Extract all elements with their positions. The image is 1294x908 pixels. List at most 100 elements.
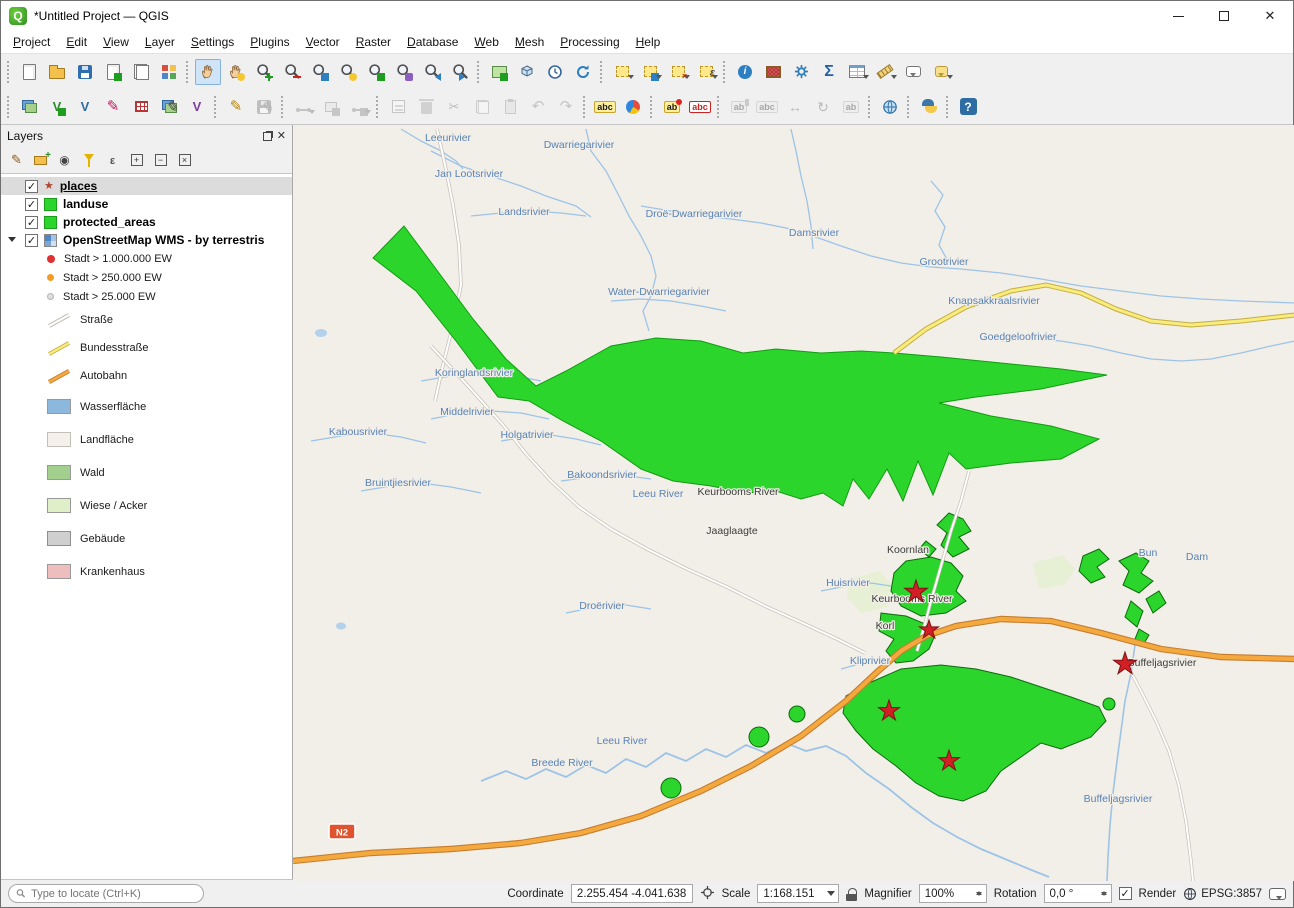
layer-labeling-options-button[interactable] xyxy=(592,94,618,120)
new-raster-layer-button[interactable] xyxy=(128,94,154,120)
collapse-all-button[interactable]: − xyxy=(149,149,172,171)
zoom-in-button[interactable] xyxy=(251,59,277,85)
modify-attributes-button[interactable] xyxy=(385,94,411,120)
highlight-pinned-labels-button[interactable] xyxy=(687,94,713,120)
copy-features-button[interactable] xyxy=(469,94,495,120)
menu-mesh[interactable]: Mesh xyxy=(507,33,552,51)
pan-map-button[interactable] xyxy=(195,59,221,85)
locate-input[interactable] xyxy=(31,888,196,900)
show-hide-labels-button[interactable] xyxy=(754,94,780,120)
menu-vector[interactable]: Vector xyxy=(298,33,348,51)
legend-item-autobahn[interactable]: Autobahn xyxy=(1,362,292,390)
expand-all-button[interactable]: + xyxy=(125,149,148,171)
panel-float-icon[interactable] xyxy=(263,132,272,141)
open-project-button[interactable] xyxy=(44,59,70,85)
landuse-visibility-checkbox[interactable] xyxy=(25,198,38,211)
toggle-extents-button[interactable] xyxy=(700,885,715,903)
select-by-expression-button[interactable] xyxy=(693,59,719,85)
paste-features-button[interactable] xyxy=(497,94,523,120)
new-project-button[interactable] xyxy=(16,59,42,85)
menu-layer[interactable]: Layer xyxy=(137,33,183,51)
expander-arrow-icon[interactable] xyxy=(8,237,16,246)
delete-selected-button[interactable] xyxy=(413,94,439,120)
scale-combo[interactable]: 1:168.151 xyxy=(757,884,839,903)
cut-features-button[interactable] xyxy=(441,94,467,120)
rotate-label-button[interactable] xyxy=(810,94,836,120)
zoom-to-selection-button[interactable] xyxy=(335,59,361,85)
filter-legend-button[interactable] xyxy=(77,149,100,171)
show-layout-manager-button[interactable] xyxy=(128,59,154,85)
add-group-button[interactable] xyxy=(29,149,52,171)
new-spatialite-layer-button[interactable] xyxy=(100,94,126,120)
field-calculator-button[interactable] xyxy=(760,59,786,85)
menu-help[interactable]: Help xyxy=(628,33,669,51)
layer-diagram-options-button[interactable] xyxy=(620,94,646,120)
style-manager-button[interactable] xyxy=(156,59,182,85)
pin-unpin-labels-button[interactable] xyxy=(726,94,752,120)
help-button[interactable] xyxy=(955,94,981,120)
map-tips-button[interactable] xyxy=(900,59,926,85)
rotation-spinbox[interactable]: 0,0 ° xyxy=(1044,884,1112,903)
zoom-last-button[interactable] xyxy=(419,59,445,85)
protected-areas-visibility-checkbox[interactable] xyxy=(25,216,38,229)
manage-map-themes-button[interactable] xyxy=(53,149,76,171)
messages-button[interactable] xyxy=(1269,888,1286,900)
deselect-features-button[interactable] xyxy=(665,59,691,85)
save-project-button[interactable] xyxy=(72,59,98,85)
legend-item-stadt-250k[interactable]: Stadt > 250.000 EW xyxy=(1,268,292,287)
lock-scale-icon[interactable] xyxy=(846,888,857,901)
menu-database[interactable]: Database xyxy=(399,33,466,51)
panel-close-icon[interactable]: ✕ xyxy=(277,131,286,142)
map-canvas[interactable]: N2 Leeurivier Dwarriegarivier Jan Lootsr… xyxy=(293,125,1294,879)
menu-plugins[interactable]: Plugins xyxy=(242,33,297,51)
render-checkbox[interactable] xyxy=(1119,887,1132,900)
move-label-button[interactable] xyxy=(782,94,808,120)
processing-toolbox-button[interactable] xyxy=(788,59,814,85)
legend-item-wald[interactable]: Wald xyxy=(1,456,292,489)
new-mesh-layer-button[interactable] xyxy=(156,94,182,120)
coordinate-value-box[interactable]: 2.255.454 -4.041.638 xyxy=(571,884,693,903)
menu-settings[interactable]: Settings xyxy=(183,33,242,51)
change-label-properties-button[interactable] xyxy=(838,94,864,120)
new-3d-map-view-button[interactable] xyxy=(514,59,540,85)
zoom-full-extent-button[interactable] xyxy=(307,59,333,85)
close-button[interactable]: ✕ xyxy=(1247,1,1293,31)
legend-item-strasse[interactable]: Straße xyxy=(1,306,292,334)
statistical-summary-button[interactable] xyxy=(816,59,842,85)
zoom-next-button[interactable] xyxy=(447,59,473,85)
legend-item-stadt-1m[interactable]: Stadt > 1.000.000 EW xyxy=(1,249,292,268)
layer-row-protected-areas[interactable]: protected_areas xyxy=(1,213,292,231)
undo-button[interactable] xyxy=(525,94,551,120)
layer-row-places[interactable]: places xyxy=(1,177,292,195)
legend-item-bundesstrasse[interactable]: Bundesstraße xyxy=(1,334,292,362)
zoom-to-layer-button[interactable] xyxy=(363,59,389,85)
save-layer-edits-button[interactable] xyxy=(251,94,277,120)
new-annotation-button[interactable] xyxy=(928,59,954,85)
select-features-by-value-button[interactable] xyxy=(637,59,663,85)
menu-view[interactable]: View xyxy=(95,33,137,51)
menu-web[interactable]: Web xyxy=(466,33,506,51)
pan-to-selection-button[interactable] xyxy=(223,59,249,85)
open-attribute-table-button[interactable] xyxy=(844,59,870,85)
menu-project[interactable]: Project xyxy=(5,33,58,51)
layer-row-osm-wms[interactable]: OpenStreetMap WMS - by terrestris xyxy=(1,231,292,249)
select-features-button[interactable] xyxy=(609,59,635,85)
zoom-out-button[interactable] xyxy=(279,59,305,85)
toggle-editing-button[interactable] xyxy=(223,94,249,120)
new-virtual-layer-button[interactable] xyxy=(184,94,210,120)
minimize-button[interactable] xyxy=(1155,1,1201,31)
temporal-controller-button[interactable] xyxy=(542,59,568,85)
vertex-tool-button[interactable] xyxy=(346,94,372,120)
legend-item-landflaeche[interactable]: Landfläche xyxy=(1,423,292,456)
places-visibility-checkbox[interactable] xyxy=(25,180,38,193)
label-toolbar-options-button[interactable] xyxy=(659,94,685,120)
open-layer-styling-button[interactable] xyxy=(5,149,28,171)
refresh-button[interactable] xyxy=(570,59,596,85)
identify-features-button[interactable] xyxy=(732,59,758,85)
python-console-button[interactable] xyxy=(916,94,942,120)
legend-item-wasserflaeche[interactable]: Wasserfläche xyxy=(1,390,292,423)
legend-item-stadt-25k[interactable]: Stadt > 25.000 EW xyxy=(1,287,292,306)
new-shapefile-layer-button[interactable] xyxy=(72,94,98,120)
legend-item-wiese-acker[interactable]: Wiese / Acker xyxy=(1,489,292,522)
new-print-layout-button[interactable] xyxy=(100,59,126,85)
